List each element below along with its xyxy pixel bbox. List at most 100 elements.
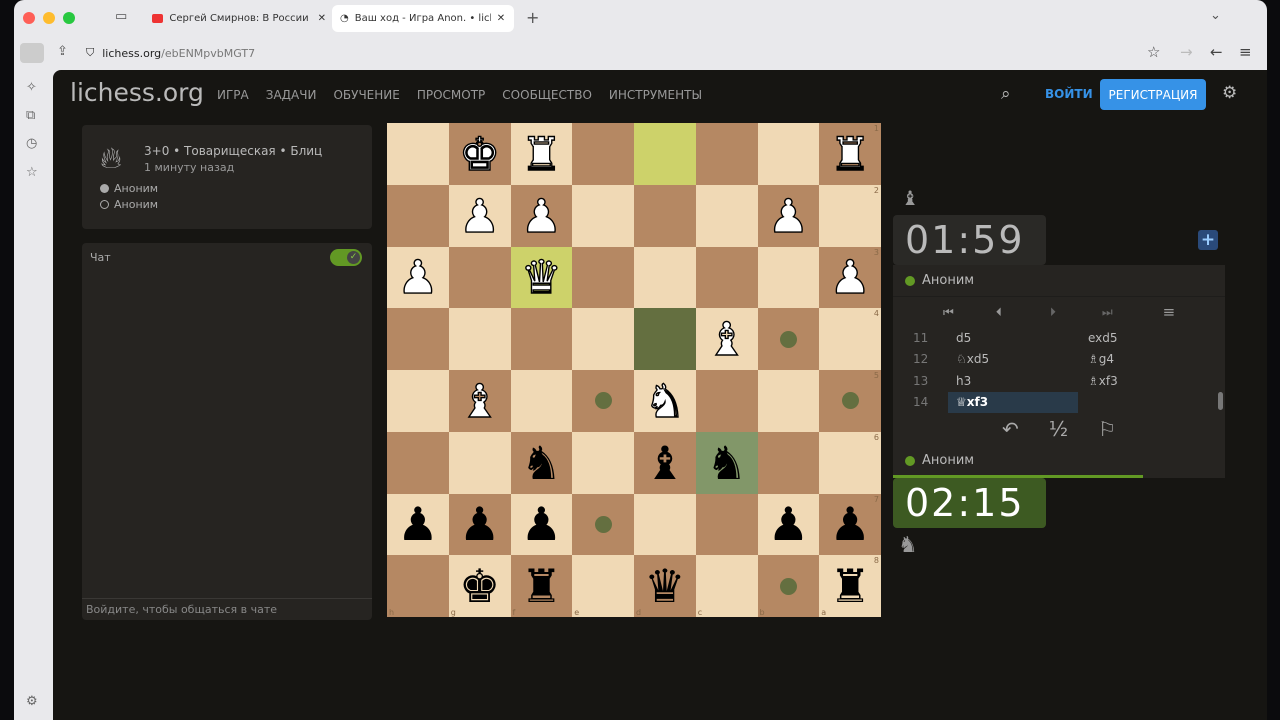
- square-d1[interactable]: [634, 123, 696, 185]
- square-f1[interactable]: ♜: [510, 123, 573, 185]
- chess-board[interactable]: ♚ ♜ ♜ 1 ♟ ♟ ♟ 2 ♟ ♛ ♟ 3 ♝ 4 ♝ ♞ 5 ♞ ♝ ♞ 6 ♟ ♟ ♟ ♟ ♟ 7 h ♚ g ♜ f e ♛ d c b ♜ 8 a: [387, 123, 881, 617]
- square-b4[interactable]: [757, 308, 820, 370]
- square-b1[interactable]: [757, 123, 820, 185]
- square-a4[interactable]: 4: [819, 308, 881, 370]
- tab-lichess[interactable]: ◔Ваш ход - Игра Anon. • lichess.✕: [332, 5, 514, 32]
- black-queen[interactable]: ♛: [644, 563, 685, 609]
- square-d7[interactable]: [634, 493, 696, 556]
- move-black[interactable]: ♗g4: [1078, 349, 1208, 371]
- black-king[interactable]: ♚: [459, 563, 500, 609]
- move-dest-dot[interactable]: [594, 515, 612, 533]
- menu-icon[interactable]: ≡: [1163, 303, 1176, 321]
- search-icon[interactable]: ⌕: [1001, 84, 1011, 104]
- black-pawn[interactable]: ♟: [459, 501, 500, 547]
- square-f8[interactable]: ♜ f: [510, 555, 573, 617]
- resign-flag-icon[interactable]: ⚐: [1098, 417, 1116, 445]
- square-c1[interactable]: [695, 123, 758, 185]
- white-pawn[interactable]: ♟: [458, 192, 501, 239]
- move-black[interactable]: [1078, 392, 1208, 414]
- last-move-icon[interactable]: ⏭: [1102, 305, 1113, 320]
- square-f5[interactable]: [510, 370, 573, 432]
- move-white[interactable]: ♕xf3: [948, 391, 1078, 413]
- square-d6[interactable]: ♝: [634, 431, 696, 494]
- square-b8[interactable]: b: [757, 555, 820, 617]
- square-d2[interactable]: [634, 184, 696, 247]
- square-e2[interactable]: [572, 184, 634, 247]
- signup-button[interactable]: РЕГИСТРАЦИЯ: [1100, 79, 1206, 110]
- black-rook[interactable]: ♜: [830, 563, 871, 609]
- nav-puzzles[interactable]: ЗАДАЧИ: [266, 88, 317, 102]
- move-white[interactable]: d5: [948, 327, 1078, 349]
- new-tab-icon[interactable]: +: [526, 8, 539, 27]
- black-pawn[interactable]: ♟: [397, 501, 438, 547]
- square-e3[interactable]: [572, 246, 634, 309]
- move-list-scrollbar[interactable]: [1218, 392, 1223, 410]
- square-e4[interactable]: [572, 308, 634, 370]
- square-g8[interactable]: ♚ g: [448, 555, 511, 617]
- square-b6[interactable]: [757, 431, 820, 494]
- white-king[interactable]: ♚: [458, 130, 501, 177]
- square-e5[interactable]: [572, 370, 634, 432]
- site-logo[interactable]: lichess.org: [70, 78, 204, 107]
- black-pawn[interactable]: ♟: [830, 501, 871, 547]
- square-g7[interactable]: ♟: [448, 493, 511, 556]
- square-a8[interactable]: ♜ 8 a: [819, 555, 881, 617]
- square-a2[interactable]: 2: [819, 184, 881, 247]
- black-pawn[interactable]: ♟: [521, 501, 562, 547]
- white-rook[interactable]: ♜: [520, 130, 563, 177]
- square-c5[interactable]: [695, 370, 758, 432]
- close-window-button[interactable]: [23, 12, 35, 24]
- square-h3[interactable]: ♟: [387, 246, 449, 309]
- square-b2[interactable]: ♟: [757, 184, 820, 247]
- square-g1[interactable]: ♚: [448, 123, 511, 185]
- square-d8[interactable]: ♛ d: [634, 555, 696, 617]
- white-pawn[interactable]: ♟: [767, 192, 810, 239]
- move-dest-dot[interactable]: [779, 330, 797, 348]
- black-bishop[interactable]: ♝: [644, 440, 685, 486]
- nav-community[interactable]: СООБЩЕСТВО: [502, 88, 592, 102]
- chevron-down-icon[interactable]: ⌄: [1210, 8, 1221, 23]
- square-h6[interactable]: [387, 431, 449, 494]
- square-h4[interactable]: [387, 308, 449, 370]
- share-icon[interactable]: ⇪: [57, 44, 68, 59]
- white-queen[interactable]: ♛: [520, 254, 563, 301]
- square-c7[interactable]: [695, 493, 758, 556]
- sidebar-toggle-icon[interactable]: [20, 43, 44, 63]
- square-c6[interactable]: ♞: [695, 431, 758, 494]
- chat-input[interactable]: Войдите, чтобы общаться в чате: [82, 598, 372, 620]
- white-knight[interactable]: ♞: [644, 377, 687, 424]
- next-move-icon[interactable]: ⏵: [1050, 305, 1056, 320]
- square-b5[interactable]: [757, 370, 820, 432]
- move-white[interactable]: h3: [948, 370, 1078, 392]
- square-h8[interactable]: h: [387, 555, 449, 617]
- forward-icon[interactable]: →: [1180, 43, 1193, 61]
- offer-draw-button[interactable]: ½: [1049, 417, 1068, 445]
- history-icon[interactable]: ◷: [26, 136, 37, 151]
- prev-move-icon[interactable]: ⏴: [996, 305, 1002, 320]
- player-black[interactable]: Аноним: [100, 198, 158, 211]
- minimize-button[interactable]: [43, 12, 55, 24]
- chat-toggle[interactable]: ✓: [330, 249, 362, 266]
- move-dest-dot[interactable]: [841, 392, 859, 410]
- gear-icon[interactable]: ⚙: [1222, 83, 1237, 103]
- square-h2[interactable]: [387, 184, 449, 247]
- square-e6[interactable]: [572, 431, 634, 494]
- square-b7[interactable]: ♟: [757, 493, 820, 556]
- square-e7[interactable]: [572, 493, 634, 556]
- takeback-icon[interactable]: ↶: [1002, 417, 1019, 445]
- white-pawn[interactable]: ♟: [397, 254, 440, 301]
- tabs-icon[interactable]: ⧉: [26, 108, 35, 123]
- black-knight[interactable]: ♞: [521, 440, 562, 486]
- square-g6[interactable]: [448, 431, 511, 494]
- first-move-icon[interactable]: ⏮: [943, 305, 954, 320]
- square-g4[interactable]: [448, 308, 511, 370]
- white-pawn[interactable]: ♟: [829, 254, 872, 301]
- add-time-button[interactable]: +: [1198, 230, 1218, 250]
- move-white[interactable]: ♘xd5: [948, 349, 1078, 371]
- square-a7[interactable]: ♟ 7: [819, 493, 881, 556]
- square-a3[interactable]: ♟ 3: [819, 246, 881, 309]
- square-d5[interactable]: ♞: [634, 370, 696, 432]
- square-c4[interactable]: ♝: [695, 308, 758, 370]
- square-f3[interactable]: ♛: [510, 246, 573, 309]
- square-f2[interactable]: ♟: [510, 184, 573, 247]
